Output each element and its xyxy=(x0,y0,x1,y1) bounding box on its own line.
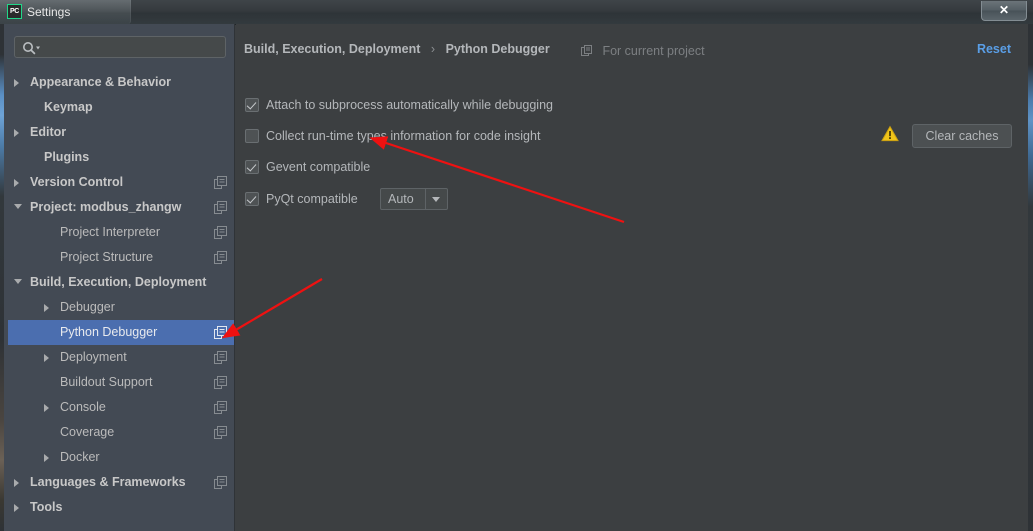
sidebar-item-label: Tools xyxy=(30,500,63,514)
sidebar-item-coverage[interactable]: Coverage xyxy=(8,420,234,445)
sidebar-item-label: Languages & Frameworks xyxy=(30,475,186,489)
chevron-right-icon[interactable] xyxy=(44,454,49,462)
sidebar-item-debugger[interactable]: Debugger xyxy=(8,295,234,320)
clear-caches-button[interactable]: Clear caches xyxy=(912,124,1012,148)
copy-to-projects-icon[interactable] xyxy=(214,326,227,339)
project-scope: For current project xyxy=(581,42,705,59)
chevron-down-icon[interactable] xyxy=(425,189,447,209)
settings-tree: Appearance & Behavior Keymap Editor Plugins… xyxy=(8,70,234,520)
project-scope-icon xyxy=(581,45,592,56)
chevron-right-icon[interactable] xyxy=(44,354,49,362)
chevron-right-icon[interactable] xyxy=(44,404,49,412)
settings-sidebar: Appearance & Behavior Keymap Editor Plugins… xyxy=(8,24,235,531)
checkbox-attach-to-subprocess[interactable] xyxy=(245,98,259,112)
sidebar-item-label: Build, Execution, Deployment xyxy=(30,275,207,289)
sidebar-item-editor[interactable]: Editor xyxy=(8,120,234,145)
sidebar-item-label: Plugins xyxy=(44,150,90,164)
copy-to-projects-icon[interactable] xyxy=(214,376,227,389)
sidebar-item-label: Project Interpreter xyxy=(60,225,161,239)
pyqt-mode-value: Auto xyxy=(388,192,414,206)
copy-to-projects-icon[interactable] xyxy=(214,251,227,264)
pycharm-logo-icon: PC xyxy=(7,4,22,19)
sidebar-item-label: Deployment xyxy=(60,350,127,364)
sidebar-item-python-debugger[interactable]: Python Debugger xyxy=(8,320,234,345)
breadcrumb-root[interactable]: Build, Execution, Deployment xyxy=(244,42,420,56)
sidebar-item-project-structure[interactable]: Project Structure xyxy=(8,245,234,270)
chevron-right-icon[interactable] xyxy=(14,129,19,137)
settings-dialog: PC Settings ✕ Appearance & Behavior Keyma… xyxy=(0,0,1033,531)
sidebar-item-label: Editor xyxy=(30,125,67,139)
copy-to-projects-icon[interactable] xyxy=(214,401,227,414)
sidebar-item-console[interactable]: Console xyxy=(8,395,234,420)
copy-to-projects-icon[interactable] xyxy=(214,426,227,439)
sidebar-item-label: Keymap xyxy=(44,100,93,114)
sidebar-item-label: Appearance & Behavior xyxy=(30,75,172,89)
checkbox-label[interactable]: Collect run-time types information for c… xyxy=(266,127,540,146)
window-title: Settings xyxy=(27,5,71,19)
search-input[interactable] xyxy=(14,36,226,58)
breadcrumb-separator-icon: › xyxy=(430,42,436,56)
close-button[interactable]: ✕ xyxy=(981,1,1027,21)
sidebar-item-label: Console xyxy=(60,400,106,414)
sidebar-item-buildout-support[interactable]: Buildout Support xyxy=(8,370,234,395)
sidebar-item-label: Coverage xyxy=(60,425,115,439)
copy-to-projects-icon[interactable] xyxy=(214,351,227,364)
breadcrumb: Build, Execution, Deployment › Python De… xyxy=(244,41,550,58)
sidebar-item-deployment[interactable]: Deployment xyxy=(8,345,234,370)
chevron-right-icon[interactable] xyxy=(14,79,19,87)
checkbox-collect-run-time[interactable] xyxy=(245,129,259,143)
sidebar-item-appearance-behavior[interactable]: Appearance & Behavior xyxy=(8,70,234,95)
chevron-right-icon[interactable] xyxy=(14,504,19,512)
copy-to-projects-icon[interactable] xyxy=(214,201,227,214)
pyqt-mode-dropdown[interactable]: Auto xyxy=(380,188,448,210)
checkbox-label[interactable]: Attach to subprocess automatically while… xyxy=(266,96,553,115)
copy-to-projects-icon[interactable] xyxy=(214,226,227,239)
sidebar-item-plugins[interactable]: Plugins xyxy=(8,145,234,170)
window-titlebar: PC Settings ✕ xyxy=(0,0,1033,25)
checkbox-pyqt-compatible[interactable] xyxy=(245,192,259,206)
sidebar-item-label: Version Control xyxy=(30,175,124,189)
sidebar-item-project-interpreter[interactable]: Project Interpreter xyxy=(8,220,234,245)
sidebar-item-project-modbus-zhangw[interactable]: Project: modbus_zhangw xyxy=(8,195,234,220)
sidebar-item-label: Project Structure xyxy=(60,250,154,264)
settings-main-panel: Build, Execution, Deployment › Python De… xyxy=(236,24,1025,531)
sidebar-item-label: Docker xyxy=(60,450,100,464)
window-right-edge-inner xyxy=(1025,24,1028,531)
sidebar-item-label: Buildout Support xyxy=(60,375,153,389)
sidebar-item-keymap[interactable]: Keymap xyxy=(8,95,234,120)
checkbox-label[interactable]: Gevent compatible xyxy=(266,158,370,177)
reset-link[interactable]: Reset xyxy=(977,41,1011,58)
sidebar-item-label: Debugger xyxy=(60,300,115,314)
sidebar-item-build-execution-deployment[interactable]: Build, Execution, Deployment xyxy=(8,270,234,295)
sidebar-item-languages-frameworks[interactable]: Languages & Frameworks xyxy=(8,470,234,495)
checkbox-gevent-compatible[interactable] xyxy=(245,160,259,174)
chevron-right-icon[interactable] xyxy=(14,179,19,187)
chevron-right-icon[interactable] xyxy=(14,479,19,487)
warning-triangle-icon xyxy=(881,125,899,142)
sidebar-item-docker[interactable]: Docker xyxy=(8,445,234,470)
chevron-down-icon[interactable] xyxy=(14,279,22,284)
sidebar-item-label: Python Debugger xyxy=(60,325,158,339)
sidebar-item-label: Project: modbus_zhangw xyxy=(30,200,182,214)
copy-to-projects-icon[interactable] xyxy=(214,476,227,489)
checkbox-label[interactable]: PyQt compatible xyxy=(266,190,358,209)
chevron-down-icon[interactable] xyxy=(14,204,22,209)
breadcrumb-leaf: Python Debugger xyxy=(445,42,550,56)
sidebar-item-tools[interactable]: Tools xyxy=(8,495,234,520)
copy-to-projects-icon[interactable] xyxy=(214,176,227,189)
project-scope-label: For current project xyxy=(602,44,705,58)
search-icon xyxy=(23,42,40,55)
sidebar-item-version-control[interactable]: Version Control xyxy=(8,170,234,195)
chevron-right-icon[interactable] xyxy=(44,304,49,312)
